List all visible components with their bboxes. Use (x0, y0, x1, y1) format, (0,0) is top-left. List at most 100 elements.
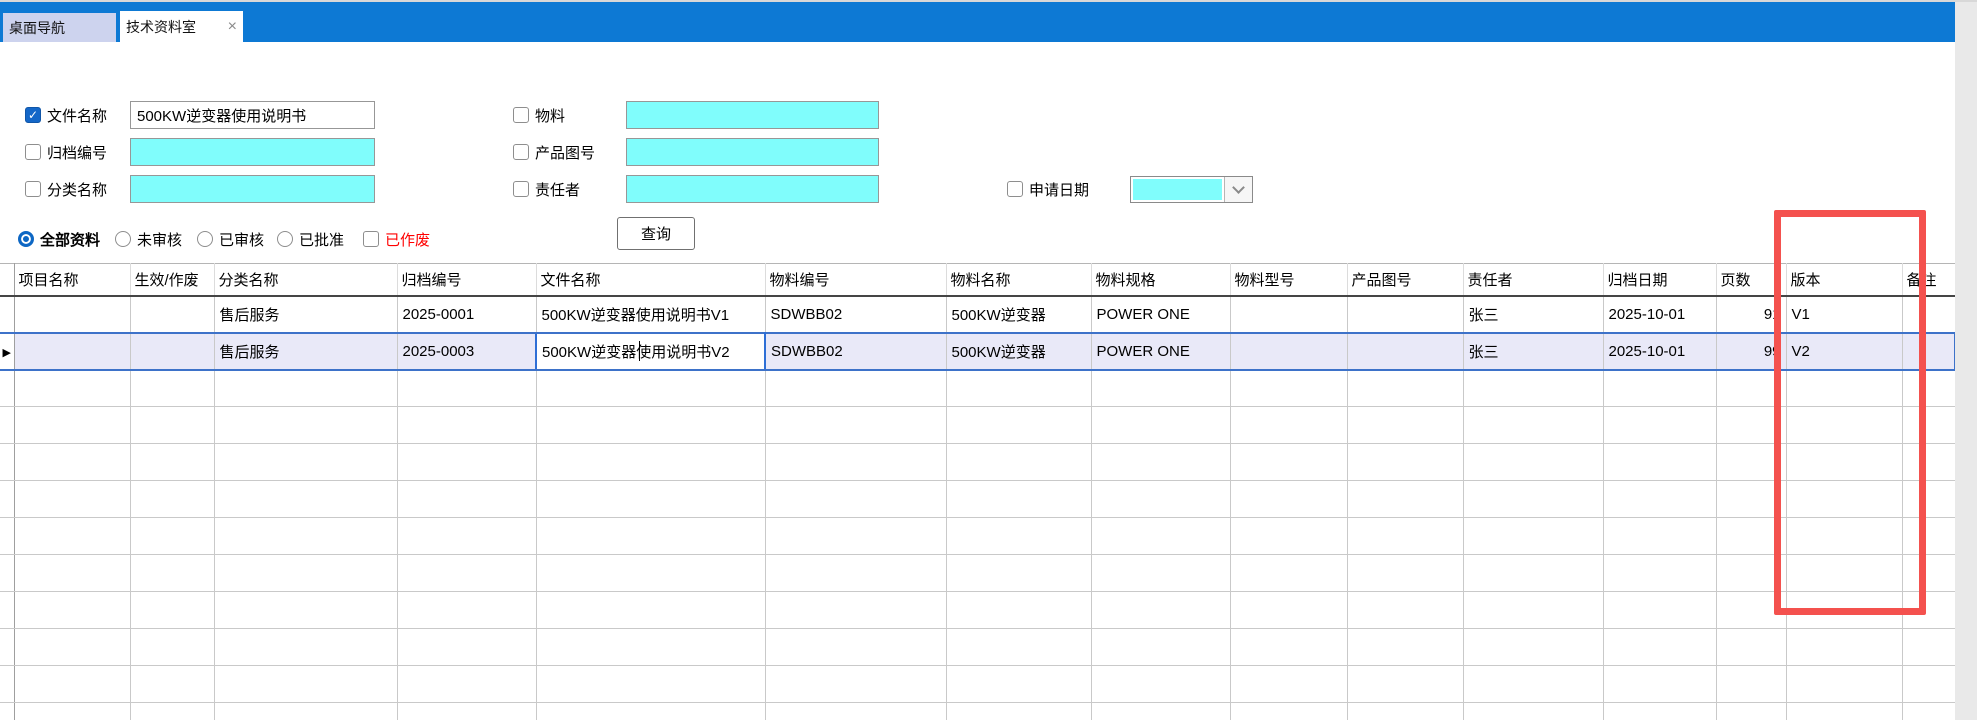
cell-product_drawing_no[interactable] (1347, 333, 1463, 370)
cell-category[interactable]: 售后服务 (214, 333, 397, 370)
cell-material_no[interactable]: SDWBB02 (765, 296, 946, 333)
cell-material_name[interactable]: 500KW逆变器 (946, 296, 1091, 333)
column-header-status[interactable]: 生效/作废 (130, 264, 214, 296)
empty-cell (946, 703, 1091, 720)
column-header-material_model[interactable]: 物料型号 (1230, 264, 1347, 296)
cell-material_no[interactable]: SDWBB02 (765, 333, 946, 370)
column-header-material_spec[interactable]: 物料规格 (1091, 264, 1230, 296)
empty-cell (946, 444, 1091, 481)
table-row[interactable]: 售后服务2025-0001500KW逆变器使用说明书V1SDWBB02500KW… (0, 296, 1955, 333)
column-header-category[interactable]: 分类名称 (214, 264, 397, 296)
empty-cell (214, 666, 397, 703)
empty-cell (1716, 629, 1786, 666)
empty-cell (1230, 703, 1347, 720)
empty-cell (1230, 592, 1347, 629)
category-filter-input[interactable] (130, 175, 375, 203)
archive-no-filter-checkbox[interactable]: ✓ (25, 144, 41, 160)
empty-cell (1786, 666, 1902, 703)
empty-table-row (0, 444, 1955, 481)
column-header-file_name[interactable]: 文件名称 (536, 264, 765, 296)
product-drawing-filter-input[interactable] (626, 138, 879, 166)
category-filter-checkbox[interactable]: ✓ (25, 181, 41, 197)
row-selector-cell (0, 629, 14, 666)
owner-filter-input[interactable] (626, 175, 879, 203)
archive-no-filter-input[interactable] (130, 138, 375, 166)
cell-archive_no[interactable]: 2025-0001 (397, 296, 536, 333)
column-header-owner[interactable]: 责任者 (1463, 264, 1603, 296)
empty-cell (1902, 666, 1955, 703)
tab-technical-archive[interactable]: 技术资料室 × (120, 11, 243, 42)
owner-filter-checkbox[interactable]: ✓ (513, 181, 529, 197)
empty-cell (1230, 444, 1347, 481)
cell-project[interactable] (14, 333, 130, 370)
empty-cell (397, 666, 536, 703)
radio-label: 已审核 (219, 229, 264, 250)
empty-cell (1603, 370, 1716, 407)
radio-unreviewed[interactable] (115, 231, 131, 247)
cell-material_spec[interactable]: POWER ONE (1091, 296, 1230, 333)
filename-filter-checkbox[interactable]: ✓ (25, 107, 41, 123)
empty-cell (1463, 592, 1603, 629)
filename-filter-input[interactable] (130, 101, 375, 129)
column-header-material_no[interactable]: 物料编号 (765, 264, 946, 296)
column-header-archive_no[interactable]: 归档编号 (397, 264, 536, 296)
cell-product_drawing_no[interactable] (1347, 296, 1463, 333)
radio-approved[interactable] (277, 231, 293, 247)
empty-cell (1347, 370, 1463, 407)
material-filter-checkbox[interactable]: ✓ (513, 107, 529, 123)
cell-material_model[interactable] (1230, 296, 1347, 333)
empty-cell (946, 629, 1091, 666)
empty-cell (1603, 444, 1716, 481)
cell-material_name[interactable]: 500KW逆变器 (946, 333, 1091, 370)
dropdown-button[interactable] (1224, 177, 1252, 202)
column-header-material_name[interactable]: 物料名称 (946, 264, 1091, 296)
cell-file_name[interactable]: 500KW逆变器使用说明书V2 (536, 333, 765, 370)
empty-cell (536, 370, 765, 407)
column-header-project[interactable]: 项目名称 (14, 264, 130, 296)
cell-archive_date[interactable]: 2025-10-01 (1603, 333, 1716, 370)
radio-reviewed[interactable] (197, 231, 213, 247)
radio-all-documents[interactable] (18, 231, 34, 247)
cell-owner[interactable]: 张三 (1463, 333, 1603, 370)
cell-archive_date[interactable]: 2025-10-01 (1603, 296, 1716, 333)
apply-date-dropdown[interactable] (1130, 176, 1253, 203)
voided-filter-checkbox[interactable]: ✓ (363, 231, 379, 247)
empty-cell (765, 555, 946, 592)
empty-cell (1091, 592, 1230, 629)
cell-status[interactable] (130, 296, 214, 333)
close-tab-icon[interactable]: × (228, 18, 237, 36)
cell-project[interactable] (14, 296, 130, 333)
row-selector-cell (0, 518, 14, 555)
radio-label: 全部资料 (40, 229, 100, 250)
row-selector-cell (0, 555, 14, 592)
empty-cell (1230, 407, 1347, 444)
empty-cell (130, 666, 214, 703)
column-header-product_drawing_no[interactable]: 产品图号 (1347, 264, 1463, 296)
cell-status[interactable] (130, 333, 214, 370)
row-selector-cell[interactable] (0, 296, 14, 333)
empty-cell (130, 518, 214, 555)
query-button[interactable]: 查询 (617, 217, 695, 250)
radio-label: 未审核 (137, 229, 182, 250)
empty-cell (214, 444, 397, 481)
cell-file_name[interactable]: 500KW逆变器使用说明书V1 (536, 296, 765, 333)
cell-material_model[interactable] (1230, 333, 1347, 370)
row-selector-cell (0, 592, 14, 629)
empty-cell (130, 592, 214, 629)
material-filter-input[interactable] (626, 101, 879, 129)
row-selector-cell (0, 703, 14, 720)
row-selector-cell[interactable]: ▶ (0, 333, 14, 370)
product-drawing-filter-checkbox[interactable]: ✓ (513, 144, 529, 160)
row-selector-cell (0, 407, 14, 444)
empty-cell (14, 370, 130, 407)
cell-owner[interactable]: 张三 (1463, 296, 1603, 333)
apply-date-filter-checkbox[interactable]: ✓ (1007, 181, 1023, 197)
column-header-archive_date[interactable]: 归档日期 (1603, 264, 1716, 296)
row-selector-cell (0, 481, 14, 518)
cell-archive_no[interactable]: 2025-0003 (397, 333, 536, 370)
cell-category[interactable]: 售后服务 (214, 296, 397, 333)
tab-desktop-navigation[interactable]: 桌面导航 (3, 13, 116, 42)
table-row[interactable]: ▶ 售后服务2025-0003500KW逆变器使用说明书V2SDWBB02500K… (0, 333, 1955, 370)
cell-material_spec[interactable]: POWER ONE (1091, 333, 1230, 370)
empty-cell (130, 629, 214, 666)
